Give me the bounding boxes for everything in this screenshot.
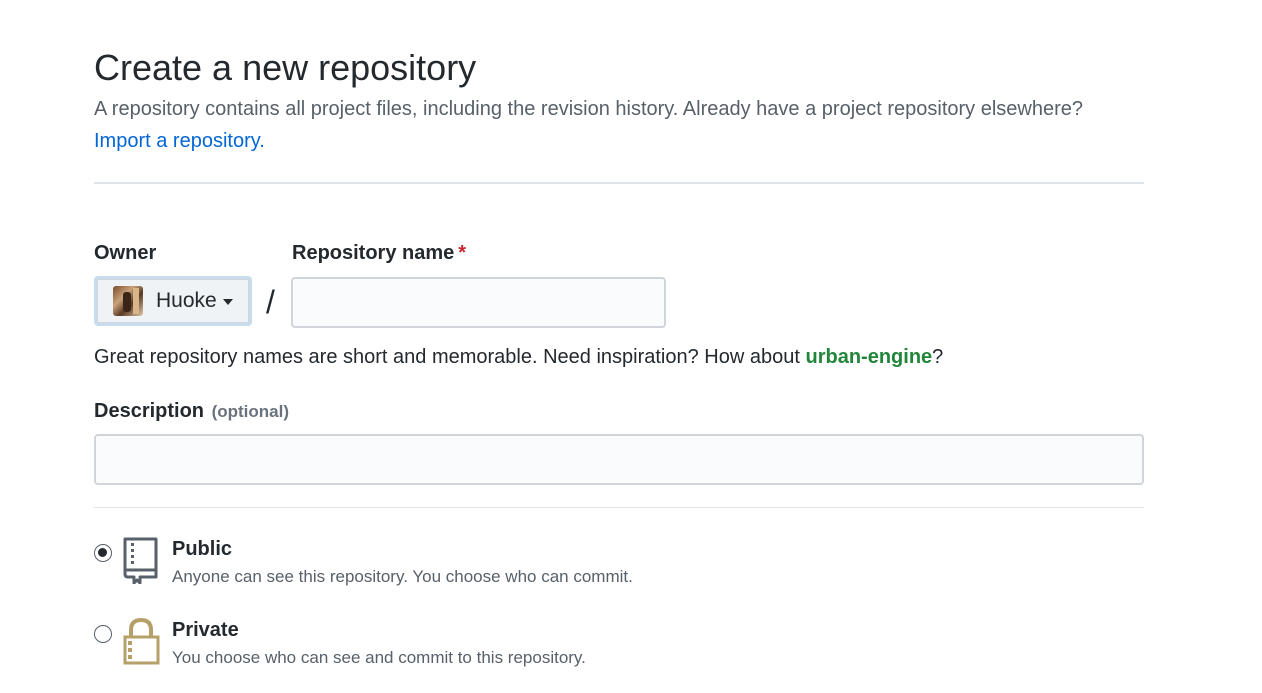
hint-text: Great repository names are short and mem… xyxy=(94,346,806,368)
private-option-title: Private xyxy=(172,619,239,641)
description-label: Description (optional) xyxy=(94,398,289,425)
owner-label: Owner xyxy=(94,242,157,264)
visibility-divider xyxy=(94,507,1144,508)
user-avatar xyxy=(113,286,143,316)
header-divider xyxy=(94,182,1144,184)
public-option-title: Public xyxy=(172,538,233,560)
repository-name-label-text: Repository name xyxy=(292,242,455,264)
page-subtitle: A repository contains all project files,… xyxy=(94,98,1084,120)
name-suggestion-link[interactable]: urban-engine xyxy=(805,346,932,368)
description-input[interactable] xyxy=(94,434,1144,485)
visibility-option-public[interactable]: Public Anyone can see this repository. Y… xyxy=(94,536,894,592)
import-repository-link[interactable]: Import a repository. xyxy=(94,128,265,154)
required-asterisk: * xyxy=(458,242,467,264)
owner-dropdown-button[interactable]: Huoke xyxy=(94,276,252,326)
repo-book-icon xyxy=(123,537,158,584)
public-option-description: Anyone can see this repository. You choo… xyxy=(172,567,633,586)
lock-icon xyxy=(123,617,160,665)
private-option-description: You choose who can see and commit to thi… xyxy=(172,648,586,667)
caret-down-icon xyxy=(222,299,233,305)
optional-note: (optional) xyxy=(211,402,290,421)
owner-name: Huoke xyxy=(156,289,217,312)
hint-suffix: ? xyxy=(932,346,944,368)
repository-name-label: Repository name * xyxy=(292,240,466,266)
description-label-text: Description xyxy=(94,400,205,422)
repository-name-hint: Great repository names are short and mem… xyxy=(94,344,943,370)
new-repository-page: Create a new repository A repository con… xyxy=(0,0,1262,693)
visibility-option-private[interactable]: Private You choose who can see and commi… xyxy=(94,617,894,673)
repository-name-input[interactable] xyxy=(291,277,666,328)
page-title: Create a new repository xyxy=(94,47,477,88)
owner-repo-separator: / xyxy=(266,284,275,320)
public-radio[interactable] xyxy=(94,544,112,562)
private-radio[interactable] xyxy=(94,625,112,643)
